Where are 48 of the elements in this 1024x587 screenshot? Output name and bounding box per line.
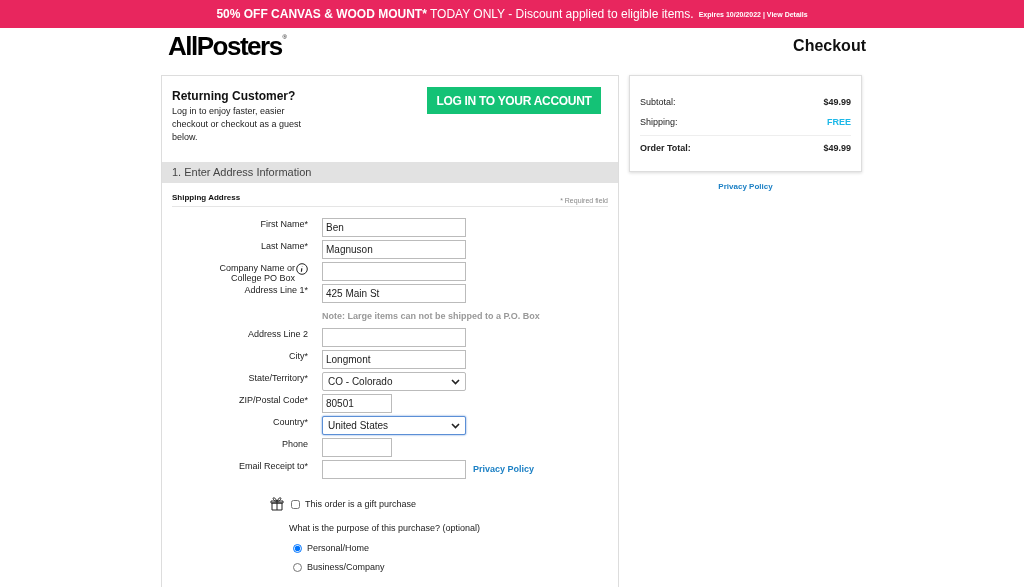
gift-label: This order is a gift purchase	[305, 497, 417, 511]
promo-headline: 50% OFF CANVAS & WOOD MOUNT* TODAY ONLY - Discount applied to eligible items.	[216, 6, 694, 23]
info-icon[interactable]	[296, 263, 308, 275]
text-field[interactable]: 80501	[322, 394, 392, 413]
returning-title: Returning Customer?	[172, 88, 297, 105]
purpose-option: Personal/Home	[307, 541, 370, 555]
field-label: Last Name*	[260, 241, 308, 251]
field-label: Phone	[281, 439, 308, 449]
field-label: Address Line 2	[247, 329, 308, 339]
select-field[interactable]: United States	[322, 416, 466, 435]
summary-label: Shipping:	[640, 115, 678, 129]
summary-label: Order Total:	[640, 142, 691, 155]
caret-icon	[451, 378, 460, 385]
text-field[interactable]	[322, 438, 392, 457]
text-field[interactable]: Ben	[322, 218, 466, 237]
purpose-radio[interactable]	[293, 563, 302, 573]
purpose-question: What is the purpose of this purchase? (optional)	[289, 522, 482, 535]
text-field[interactable]: 425 Main St	[322, 284, 466, 303]
page-title: Checkout	[793, 36, 866, 56]
field-label: Address Line 1*	[244, 285, 308, 295]
text-field[interactable]	[322, 262, 466, 281]
field-label: Company Name or College PO Box	[218, 263, 295, 283]
text-field[interactable]	[322, 328, 466, 347]
field-label: City*	[289, 351, 308, 361]
select-field[interactable]: CO - Colorado	[322, 372, 466, 391]
gift-icon	[269, 495, 285, 511]
text-field[interactable]	[322, 460, 466, 479]
returning-text: Log in to enjoy faster, easier checkout or checkout as a guest below.	[172, 105, 302, 144]
purpose-radio[interactable]	[293, 543, 302, 553]
summary-value: $49.99	[823, 142, 851, 155]
field-label: Country*	[273, 417, 308, 427]
text-field[interactable]: Magnuson	[322, 240, 466, 259]
shipping-address-heading: Shipping Address	[172, 192, 241, 204]
privacy-policy-link[interactable]: Privacy Policy	[718, 180, 773, 193]
field-label: First Name*	[260, 219, 308, 229]
gift-checkbox[interactable]	[291, 499, 300, 509]
summary-label: Subtotal:	[640, 96, 676, 109]
purpose-option: Business/Company	[307, 561, 385, 575]
text-field[interactable]: Longmont	[322, 350, 466, 369]
field-label: State/Territory*	[248, 373, 308, 383]
privacy-policy-link[interactable]: Privacy Policy	[473, 462, 535, 477]
field-label: ZIP/Postal Code*	[238, 395, 308, 405]
shipping-note: Note: Large items can not be shipped to a P.O. Box	[322, 310, 540, 324]
summary-value: FREE	[827, 115, 851, 129]
caret-icon	[451, 422, 460, 429]
summary-value: $49.99	[823, 96, 851, 109]
section-header: 1. Enter Address Information	[162, 162, 618, 183]
field-label: Email Receipt to*	[238, 461, 308, 471]
